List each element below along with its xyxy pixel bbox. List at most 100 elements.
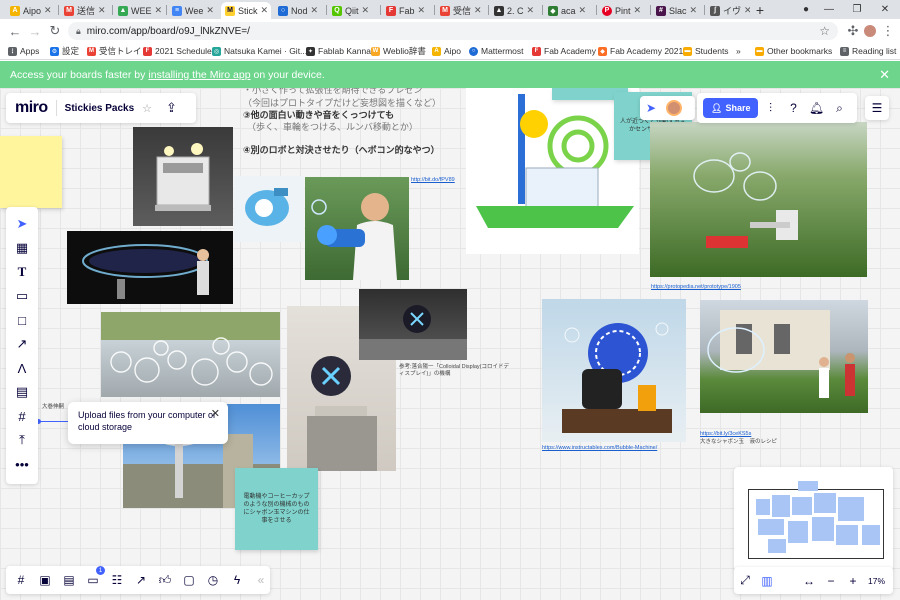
tab-slack[interactable]: # Slac ✕ bbox=[652, 2, 702, 19]
lightning-icon[interactable]: ϟ bbox=[227, 569, 247, 591]
screen-share-icon[interactable]: ▭ 1 bbox=[83, 566, 105, 591]
bubble-recipe-note[interactable]: 大きなシャボン玉 液のレシピ bbox=[700, 439, 777, 446]
new-tab-plus-icon[interactable]: + bbox=[746, 0, 774, 19]
share-button[interactable]: 👤︎ Share bbox=[703, 98, 759, 118]
close-icon[interactable]: ✕ bbox=[362, 5, 370, 16]
link-protopedia[interactable]: https://protopedia.net/prototype/1905 bbox=[651, 284, 741, 290]
bookmark-settings[interactable]: ⚙ 設定 bbox=[50, 44, 79, 58]
bookmark-github[interactable]: ◎ Natsuka Kamei · Git... bbox=[212, 44, 307, 58]
zoom-out-icon[interactable]: − bbox=[820, 574, 842, 588]
tab-course[interactable]: ▲ 2. C ✕ bbox=[490, 2, 540, 19]
photo-bubble-toy-blue[interactable] bbox=[234, 176, 304, 242]
profile-avatar[interactable] bbox=[861, 22, 879, 40]
photo-bubble-machine-grass[interactable] bbox=[650, 122, 867, 277]
close-icon[interactable]: ✕ bbox=[211, 407, 220, 422]
close-icon[interactable]: ✕ bbox=[261, 5, 269, 16]
frame-tool-icon[interactable]: # bbox=[10, 405, 34, 427]
install-app-link[interactable]: installing the Miro app bbox=[148, 69, 250, 81]
more-tools-icon[interactable]: ••• bbox=[10, 453, 34, 475]
board-text-heading[interactable]: ③他の面白い動きや音をくっつけても bbox=[243, 109, 394, 121]
activity-list-icon[interactable]: ☷ bbox=[107, 569, 127, 591]
cursor-follow-icon[interactable]: ➤ bbox=[646, 101, 656, 115]
browser-menu-icon[interactable]: ⋮ bbox=[879, 22, 897, 40]
link-bit-ly[interactable]: https://bit.ly/3ceKS5s bbox=[700, 431, 751, 437]
tab-miro-active[interactable]: M Stick ✕ bbox=[221, 2, 271, 19]
close-icon[interactable]: ✕ bbox=[98, 5, 106, 16]
board-name[interactable]: Stickies Packs bbox=[65, 103, 135, 114]
board-text-line[interactable]: （歩く、車輪をつける、ルンバ移動とか） bbox=[247, 121, 418, 133]
tab-academy[interactable]: ◆ aca ✕ bbox=[544, 2, 594, 19]
bookmark-apps[interactable]: ⋮ Apps bbox=[8, 44, 39, 58]
back-arrow-icon[interactable]: ← bbox=[6, 22, 24, 40]
reference-note[interactable]: 参考:落合陽一「Colloidal Display(コロイドディスプレイ)」の機… bbox=[399, 364, 514, 378]
export-upload-icon[interactable]: ⇪ bbox=[166, 100, 177, 116]
text-tool-icon[interactable]: T bbox=[10, 261, 34, 283]
pen-tool-icon[interactable]: Λ bbox=[10, 357, 34, 379]
upload-icon[interactable]: ⤒ bbox=[10, 429, 34, 451]
templates-icon[interactable]: ▦ bbox=[10, 237, 34, 259]
board-text-heading[interactable]: ④別のロボと対決させたり（ヘボコン的なやつ） bbox=[243, 144, 440, 156]
board-text-line[interactable]: ・小さく作って拡張性を期待できるプレゼン bbox=[243, 88, 422, 96]
photo-bubble-box[interactable] bbox=[133, 127, 233, 226]
sticky-note-tool-icon[interactable]: ▭ bbox=[10, 285, 34, 307]
photo-park-giant-bubble[interactable] bbox=[700, 300, 868, 413]
minimap[interactable] bbox=[734, 467, 893, 571]
tab-qiita[interactable]: Q Qiit ✕ bbox=[328, 2, 378, 19]
share-out-icon[interactable]: ↗ bbox=[131, 569, 151, 591]
tab-pinterest[interactable]: P Pint ✕ bbox=[598, 2, 648, 19]
present-icon[interactable]: ▣ bbox=[35, 569, 55, 591]
close-icon[interactable]: ✕ bbox=[155, 5, 163, 16]
bookmarks-overflow-button[interactable]: » bbox=[736, 44, 741, 58]
close-icon[interactable]: ✕ bbox=[418, 5, 426, 16]
photo-butterfly-display[interactable] bbox=[359, 289, 467, 360]
forward-arrow-icon[interactable]: → bbox=[26, 22, 44, 40]
comment-icon[interactable]: ▤ bbox=[10, 381, 34, 403]
bookmark-fab-academy-2021[interactable]: ◆ Fab Academy 2021 bbox=[598, 44, 683, 58]
tab-gmail-sent[interactable]: M 送信 ✕ bbox=[60, 2, 110, 19]
connection-line-icon[interactable]: ↗ bbox=[10, 333, 34, 355]
avatar[interactable] bbox=[666, 100, 683, 116]
bookmark-other[interactable]: ▬ Other bookmarks bbox=[755, 44, 832, 58]
collapse-toolbar-icon[interactable]: « bbox=[251, 569, 271, 591]
link-instructables[interactable]: https://www.instructables.com/Bubble-Mac… bbox=[542, 445, 657, 451]
tab-drive[interactable]: ▲ WEE ✕ bbox=[114, 2, 164, 19]
miro-logo[interactable]: miro bbox=[15, 99, 48, 117]
close-icon[interactable]: ✕ bbox=[44, 5, 52, 16]
close-icon[interactable]: ✕ bbox=[527, 5, 535, 16]
bookmark-reading-list[interactable]: ≡ Reading list bbox=[840, 44, 896, 58]
restore-icon[interactable]: ❐ bbox=[843, 0, 871, 19]
fit-to-screen-icon[interactable]: ↔ bbox=[798, 574, 820, 588]
close-icon[interactable]: ✕ bbox=[579, 5, 587, 16]
zoom-in-icon[interactable]: + bbox=[842, 574, 864, 588]
tab-gmail-inbox[interactable]: M 受信 ✕ bbox=[436, 2, 486, 19]
board-text-line[interactable]: （今回はプロトタイプだけど妄想図を描くなど） bbox=[243, 97, 441, 109]
sticky-note-yellow[interactable] bbox=[0, 136, 62, 208]
star-icon[interactable]: ☆ bbox=[142, 102, 152, 115]
bookmark-star-icon[interactable]: ☆ bbox=[819, 24, 830, 38]
board-label[interactable]: 大巻伸嗣 bbox=[42, 404, 64, 411]
photo-giant-bubble-show[interactable] bbox=[67, 231, 233, 304]
zoom-level[interactable]: 17% bbox=[868, 576, 885, 586]
reload-icon[interactable]: ↻ bbox=[46, 22, 64, 40]
extensions-puzzle-icon[interactable]: ✣ bbox=[844, 22, 862, 40]
photo-kid-bubble-gun[interactable] bbox=[305, 177, 409, 280]
reactions-thumbs-up-icon[interactable]: 👍︎ bbox=[155, 569, 175, 591]
sticky-note-teal-coffee-cup[interactable]: 電動機やコーヒーカップのような別の機械のものにシャボン玉マシンの仕事をさせる bbox=[235, 468, 318, 550]
bookmark-inbox[interactable]: M 受信トレイ bbox=[87, 44, 142, 58]
settings-sliders-icon[interactable]: ⫶ bbox=[759, 101, 781, 116]
close-icon[interactable]: ✕ bbox=[311, 5, 319, 16]
close-icon[interactable]: ✕ bbox=[634, 5, 642, 16]
close-icon[interactable]: ✕ bbox=[474, 5, 482, 16]
close-icon[interactable]: ✕ bbox=[206, 5, 214, 16]
tab-eve[interactable]: ʃ イヴ ✕ bbox=[706, 2, 750, 19]
select-cursor-icon[interactable]: ➤ bbox=[10, 213, 34, 235]
bookmark-students[interactable]: ▬ Students bbox=[683, 44, 729, 58]
notes-panel-icon[interactable]: ☰ bbox=[865, 96, 889, 120]
timer-icon[interactable]: ◷ bbox=[203, 569, 223, 591]
bookmark-schedule[interactable]: F 2021 Schedule bbox=[143, 44, 212, 58]
photo-bubble-installation[interactable] bbox=[101, 312, 280, 397]
tab-docs[interactable]: ≡ Wee ✕ bbox=[168, 2, 218, 19]
tab-fab[interactable]: F Fab ✕ bbox=[382, 2, 432, 19]
window-close-icon[interactable]: ✕ bbox=[871, 0, 899, 19]
tab-notion[interactable]: ○ Nod ✕ bbox=[274, 2, 324, 19]
